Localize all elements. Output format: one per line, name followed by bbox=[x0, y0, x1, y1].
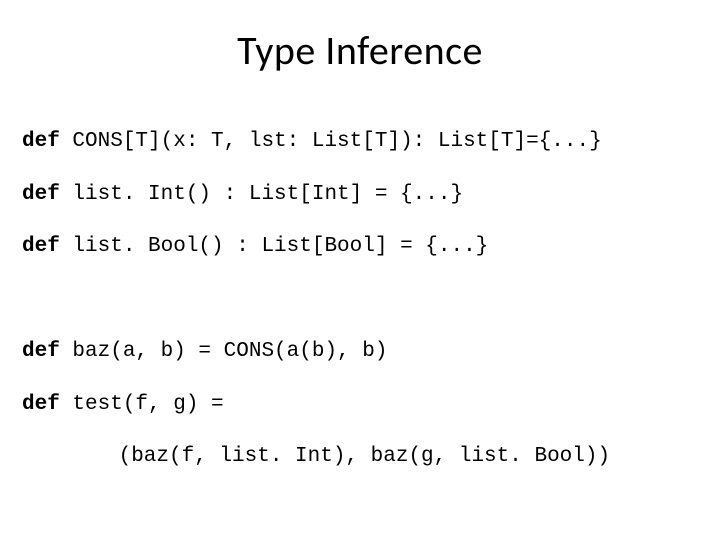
code-text: baz(a, b) = CONS(a(b), b) bbox=[60, 340, 388, 363]
code-text: list. Bool() : List[Bool] = {...} bbox=[60, 235, 488, 258]
code-block: def CONS[T](x: T, lst: List[T]): List[T]… bbox=[0, 85, 720, 523]
code-text: list. Int() : List[Int] = {...} bbox=[60, 183, 463, 206]
code-text: test(f, g) = bbox=[60, 393, 224, 416]
keyword-def: def bbox=[22, 340, 60, 363]
code-line-6: (baz(f, list. Int), baz(g, list. Bool)) bbox=[22, 444, 720, 470]
code-line-3: def list. Bool() : List[Bool] = {...} bbox=[22, 234, 720, 260]
code-line-2: def list. Int() : List[Int] = {...} bbox=[22, 182, 720, 208]
code-text: CONS[T](x: T, lst: List[T]): List[T]={..… bbox=[60, 130, 602, 153]
keyword-def: def bbox=[22, 183, 60, 206]
blank-line bbox=[22, 287, 720, 313]
keyword-def: def bbox=[22, 393, 60, 416]
slide: Type Inference def CONS[T](x: T, lst: Li… bbox=[0, 0, 720, 540]
slide-title: Type Inference bbox=[0, 0, 720, 85]
code-line-4: def baz(a, b) = CONS(a(b), b) bbox=[22, 339, 720, 365]
code-line-5: def test(f, g) = bbox=[22, 392, 720, 418]
keyword-def: def bbox=[22, 235, 60, 258]
keyword-def: def bbox=[22, 130, 60, 153]
code-line-1: def CONS[T](x: T, lst: List[T]): List[T]… bbox=[22, 129, 720, 155]
